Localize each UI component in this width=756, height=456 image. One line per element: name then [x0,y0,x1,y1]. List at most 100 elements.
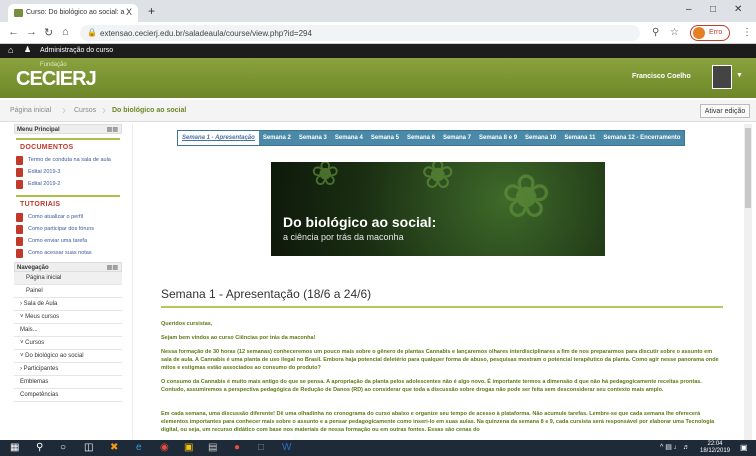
home-icon[interactable]: ⌂ [8,45,13,55]
breadcrumb-item-course[interactable]: Do biológico ao social [112,107,186,114]
task-view-icon[interactable]: ◫ [84,442,93,453]
nav-item-more[interactable]: Mais... [14,324,122,337]
list-item[interactable]: Como acessar suas notas [14,248,122,260]
documents-title: DOCUMENTOS [20,144,74,151]
admin-bar: ⌂ ♟ Administração do curso [0,44,756,58]
breadcrumb-item-courses[interactable]: Cursos [74,107,96,114]
windows-start-icon[interactable]: ▦ [10,442,19,453]
url-text: extensao.cecierj.edu.br/saladeaula/cours… [100,29,312,38]
forward-icon[interactable]: → [26,26,37,38]
maximize-icon[interactable]: □ [710,4,716,15]
home-icon[interactable]: ⌂ [62,26,69,38]
system-tray-icons[interactable]: ^ ▤ ♩ ♬ [660,443,690,451]
chevron-down-icon[interactable]: ▼ [736,72,743,79]
divider [16,138,120,140]
pdf-icon [16,180,23,189]
minimize-icon[interactable]: – [686,4,692,15]
resource-link[interactable]: Como enviar uma tarefa [28,238,87,244]
bookmark-star-icon[interactable]: ☆ [670,27,679,38]
paragraph: O consumo da Cannabis é muito mais antig… [161,379,702,393]
profile-avatar [693,27,705,39]
file-explorer-icon[interactable]: ▣ [184,442,193,453]
tab-week-2[interactable]: Semana 2 [259,131,295,145]
resource-link[interactable]: Edital 2019-2 [28,181,60,187]
zoom-icon[interactable]: ⚲ [652,27,659,38]
chrome-icon[interactable]: ◉ [160,442,169,453]
tutorials-title: TUTORIAIS [20,201,61,208]
divider [161,306,723,308]
app-icon[interactable]: □ [258,442,264,453]
main-menu-title: Menu Principal [17,127,60,133]
nav-item-label: Meus cursos [25,314,60,320]
nav-item-home[interactable]: Página inicial [14,272,122,285]
search-icon[interactable]: ⚲ [36,442,43,453]
tab-week-7[interactable]: Semana 7 [439,131,475,145]
app-icon[interactable]: ● [234,442,240,453]
notifications-icon[interactable]: ▣ [740,443,748,452]
nav-item-participants[interactable]: › Participantes [14,363,122,376]
tab-week-8[interactable]: Semana 8 e 9 [475,131,521,145]
close-tab-icon[interactable]: X [126,7,132,17]
profile-button[interactable]: Erro [690,25,730,41]
breadcrumb-separator-icon: › [102,103,106,117]
tab-week-6[interactable]: Semana 6 [403,131,439,145]
user-avatar[interactable] [712,65,732,89]
block-controls-icon[interactable]: ▩▩ [107,264,118,271]
list-item[interactable]: Como participar dos fóruns [14,224,122,236]
cortana-icon[interactable]: ○ [60,442,66,453]
list-item[interactable]: Como atualizar o perfil [14,212,122,224]
block-controls-icon[interactable]: ▩▩ [107,126,118,133]
admin-bar-label[interactable]: Administração do curso [40,47,113,54]
nav-item-competencies[interactable]: Competências [14,389,122,402]
app-icon[interactable]: ✖ [110,442,118,453]
pdf-icon [16,237,23,246]
window-close-icon[interactable]: ✕ [734,4,742,15]
calculator-icon[interactable]: ▤ [208,442,217,453]
resource-link[interactable]: Termo de conduta na sala de aula [28,157,111,163]
list-item[interactable]: Como enviar uma tarefa [14,236,122,248]
sidebar: Menu Principal ▩▩ DOCUMENTOS Termo de co… [14,124,122,440]
clock[interactable]: 22:04 18/12/2019 [700,441,730,455]
scrollbar-thumb[interactable] [745,128,751,208]
section-heading: Semana 1 - Apresentação (18/6 a 24/6) [161,287,372,301]
edge-icon[interactable]: e [136,442,142,453]
browser-tab[interactable]: Curso: Do biológico ao social: a X [8,4,138,22]
back-icon[interactable]: ← [8,26,19,38]
resource-link[interactable]: Como atualizar o perfil [28,214,83,220]
resource-link[interactable]: Edital 2019-3 [28,169,60,175]
resource-link[interactable]: Como participar dos fóruns [28,226,94,232]
tab-week-9[interactable]: Semana 10 [521,131,560,145]
turn-editing-on-button[interactable]: Ativar edição [700,104,750,118]
nav-item-course[interactable]: ˅ Do biológico ao social [14,350,122,363]
list-item[interactable]: Edital 2019-2 [14,179,122,191]
reload-icon[interactable]: ↻ [44,26,53,39]
user-name[interactable]: Francisco Coelho [632,73,691,80]
new-tab-button[interactable]: + [148,4,155,18]
banner-title: Do biológico ao social: [283,214,437,230]
resource-link[interactable]: Como acessar suas notas [28,250,92,256]
nav-item-label: Sala de Aula [23,301,58,307]
nav-item-badges[interactable]: Emblemas [14,376,122,389]
word-icon[interactable]: W [282,442,291,453]
tab-week-11[interactable]: Semana 12 - Encerramento [599,131,684,145]
nav-item-courses[interactable]: ˅ Cursos [14,337,122,350]
week-tabs: Semana 1 - Apresentação Semana 2 Semana 3S… [177,130,686,146]
nav-item-my-courses[interactable]: ˅ Meus cursos [14,311,122,324]
pdf-icon [16,156,23,165]
site-logo[interactable]: CECIERJ [16,68,97,91]
tab-week-1[interactable]: Semana 1 - Apresentação [178,131,259,145]
scrollbar[interactable] [744,124,752,440]
tab-week-4[interactable]: Semana 4 [331,131,367,145]
navigation-title: Navegação [17,265,49,271]
url-input[interactable]: 🔒 extensao.cecierj.edu.br/saladeaula/cou… [80,25,640,41]
list-item[interactable]: Edital 2019-3 [14,167,122,179]
tab-week-5[interactable]: Semana 5 [367,131,403,145]
nav-item-classroom[interactable]: › Sala de Aula [14,298,122,311]
paragraph: Sejam bem vindos ao curso Ciências por t… [161,335,316,341]
list-item[interactable]: Termo de conduta na sala de aula [14,155,122,167]
tab-week-10[interactable]: Semana 11 [560,131,599,145]
breadcrumb-item-home[interactable]: Página inicial [10,107,51,114]
browser-menu-icon[interactable]: ⋮ [742,27,752,38]
nav-item-dashboard[interactable]: Painel [14,285,122,298]
tab-week-3[interactable]: Semana 3 [295,131,331,145]
